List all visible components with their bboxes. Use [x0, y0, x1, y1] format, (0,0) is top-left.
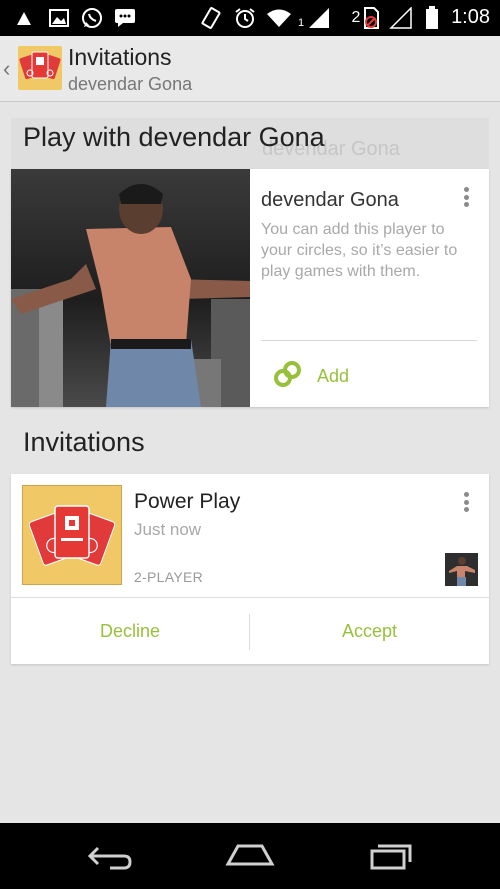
home-icon[interactable]: [220, 840, 280, 872]
chat-icon: [114, 7, 136, 29]
up-chevron-icon[interactable]: ‹: [3, 56, 10, 82]
game-icon[interactable]: [22, 485, 122, 585]
app-icon[interactable]: [18, 46, 62, 90]
invitations-section-heading: Invitations: [23, 427, 145, 457]
status-bar: 1 2 1:08: [0, 0, 500, 36]
action-bar: ‹ Invitations devendar Gona: [0, 36, 500, 102]
image-icon: [48, 7, 70, 29]
wifi-icon: [265, 7, 293, 29]
no-signal-icon: [388, 7, 414, 29]
invitation-time: Just now: [134, 520, 202, 539]
player-description: You can add this player to your circles,…: [261, 221, 458, 280]
divider: [261, 340, 477, 341]
status-time: 1:08: [451, 6, 490, 28]
player-name: devendar Gona: [261, 189, 399, 211]
vibrate-icon: [200, 7, 222, 29]
sim-label: 2: [351, 9, 361, 26]
sim-icon: [362, 7, 380, 29]
invitation-overflow-menu-icon[interactable]: [454, 490, 478, 514]
player-card: devendar Gona You can add this player to…: [11, 169, 489, 407]
content-area: devendar Gona Play with devendar Gona de…: [0, 102, 500, 823]
battery-icon: [424, 6, 440, 29]
player-overflow-menu-icon[interactable]: [454, 185, 478, 209]
player-photo[interactable]: [11, 169, 250, 407]
alarm-icon: [233, 7, 257, 29]
player-section-heading: Play with devendar Gona: [23, 122, 325, 152]
accept-button[interactable]: Accept: [250, 598, 489, 664]
game-name: Power Play: [134, 490, 241, 513]
notification-icon: [14, 7, 34, 29]
game-mode: 2-PLAYER: [134, 569, 204, 585]
sender-avatar: [445, 553, 478, 586]
back-icon[interactable]: [80, 840, 140, 872]
recent-apps-icon[interactable]: [360, 840, 420, 872]
add-label: Add: [317, 365, 350, 386]
signal-label: 1: [297, 17, 305, 29]
page-title: Invitations: [68, 44, 172, 70]
whatsapp-icon: [80, 7, 104, 29]
page-subtitle: devendar Gona: [68, 74, 193, 94]
signal-icon: [306, 7, 332, 29]
decline-button[interactable]: Decline: [11, 598, 249, 664]
navigation-bar: [0, 823, 500, 889]
add-to-circles-button[interactable]: Add: [273, 358, 393, 394]
invitation-card[interactable]: Power Play Just now 2-PLAYER Decline Acc…: [11, 474, 489, 664]
circles-icon: [273, 360, 303, 393]
